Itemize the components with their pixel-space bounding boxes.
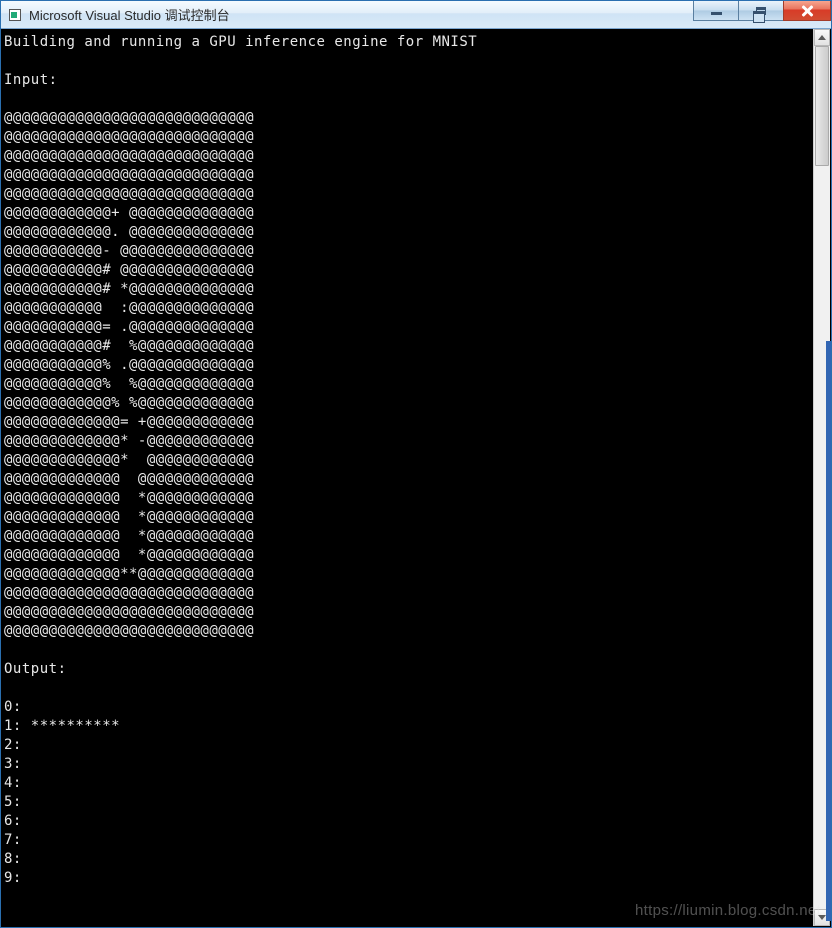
window-border-accent bbox=[826, 341, 831, 921]
close-button[interactable] bbox=[783, 1, 831, 21]
scroll-up-button[interactable] bbox=[814, 29, 830, 46]
minimize-button[interactable] bbox=[693, 1, 739, 21]
console-output[interactable]: Building and running a GPU inference eng… bbox=[2, 29, 813, 926]
app-icon bbox=[7, 7, 23, 23]
window-controls bbox=[694, 1, 831, 21]
scrollbar-thumb[interactable] bbox=[815, 46, 829, 166]
maximize-button[interactable] bbox=[738, 1, 784, 21]
titlebar[interactable]: Microsoft Visual Studio 调试控制台 bbox=[1, 1, 831, 29]
client-area: Building and running a GPU inference eng… bbox=[2, 29, 830, 926]
window-title: Microsoft Visual Studio 调试控制台 bbox=[29, 5, 230, 24]
console-window: Microsoft Visual Studio 调试控制台 Building a… bbox=[0, 0, 832, 928]
